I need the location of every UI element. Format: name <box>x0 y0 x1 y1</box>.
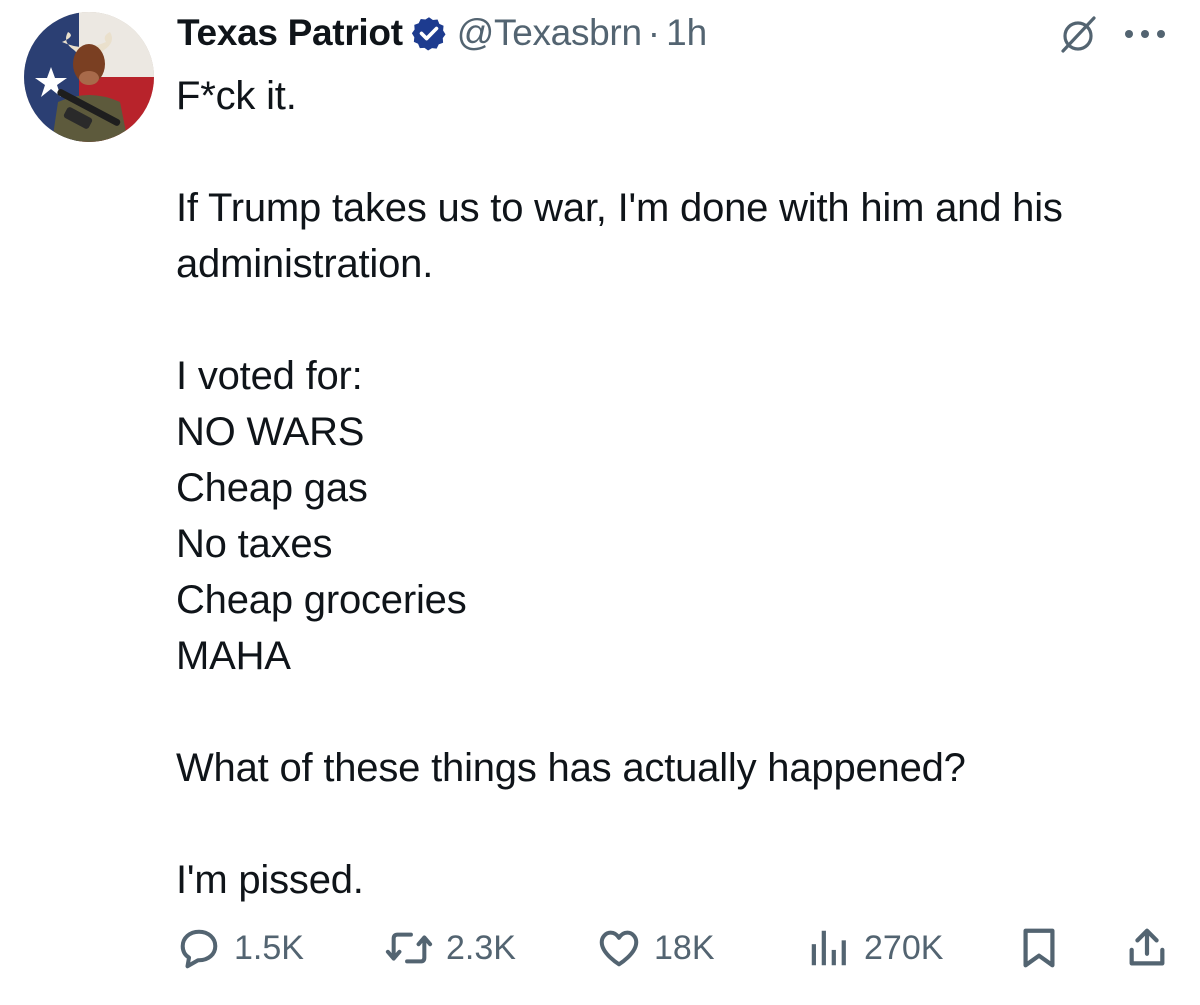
view-count: 270K <box>864 928 944 967</box>
like-button[interactable]: 18K <box>596 920 715 976</box>
repost-icon <box>385 932 433 964</box>
views-icon <box>811 930 846 966</box>
tweet-text: F*ck it. If Trump takes us to war, I'm d… <box>176 68 1176 908</box>
reply-button[interactable]: 1.5K <box>176 920 304 976</box>
heart-icon <box>599 930 639 967</box>
like-count: 18K <box>654 928 715 967</box>
repost-count: 2.3K <box>446 928 516 967</box>
tweet-line: Cheap groceries <box>176 578 467 622</box>
bookmark-button[interactable] <box>1016 920 1062 976</box>
tweet-line: NO WARS <box>176 410 365 454</box>
separator-dot: · <box>647 12 661 53</box>
tweet-line: administration. <box>176 242 434 286</box>
tweet-line: MAHA <box>176 634 291 678</box>
reply-count: 1.5K <box>234 928 304 967</box>
tweet-line: What of these things has actually happen… <box>176 746 966 790</box>
author-name[interactable]: Texas Patriot <box>177 12 403 54</box>
bookmark-icon <box>1023 928 1055 968</box>
more-options-icon[interactable] <box>1118 16 1172 52</box>
tweet-line: Cheap gas <box>176 466 368 510</box>
grok-icon[interactable] <box>1057 14 1099 56</box>
tweet-line: No taxes <box>176 522 333 566</box>
share-button[interactable] <box>1124 920 1170 976</box>
tweet-header: Texas Patriot @Texasbrn · 1h <box>177 8 707 58</box>
avatar[interactable] <box>24 12 154 142</box>
tweet-line: If Trump takes us to war, I'm done with … <box>176 186 1063 230</box>
tweet-line: F*ck it. <box>176 74 297 118</box>
tweet-line: I voted for: <box>176 354 363 398</box>
tweet-line: I'm pissed. <box>176 858 364 902</box>
verified-badge-icon <box>411 17 446 51</box>
repost-button[interactable]: 2.3K <box>384 920 516 976</box>
reply-icon <box>180 929 218 969</box>
share-icon <box>1129 928 1165 966</box>
author-handle[interactable]: @Texasbrn <box>457 12 642 54</box>
views-button[interactable]: 270K <box>806 920 943 976</box>
timestamp[interactable]: 1h <box>666 12 707 54</box>
action-bar: 1.5K 2.3K 18K 270K <box>176 920 1176 976</box>
